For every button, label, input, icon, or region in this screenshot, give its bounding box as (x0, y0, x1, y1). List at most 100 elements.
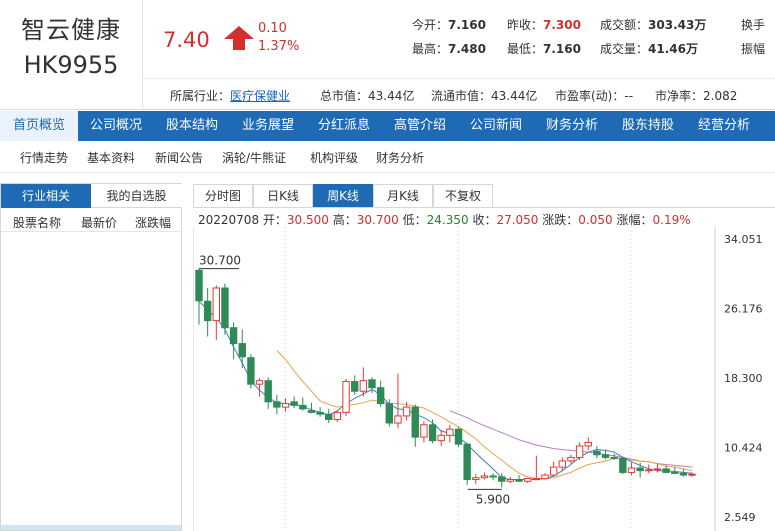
ohlc-date: 20220708 (198, 213, 260, 227)
y-tick-label: 26.176 (724, 302, 763, 315)
subnav-ratings[interactable]: 机构评级 (310, 149, 358, 166)
nav-dividends[interactable]: 分红派息 (306, 111, 382, 141)
candle-body (325, 413, 333, 420)
sub-nav: 行情走势 基本资料 新闻公告 涡轮/牛熊证 机构评级 财务分析 (0, 141, 775, 173)
candle-body (688, 473, 696, 476)
candle-body (385, 403, 394, 424)
candle-body (203, 300, 212, 322)
nav-company-profile[interactable]: 公司概况 (78, 111, 154, 141)
candle-body (506, 478, 515, 482)
candle-body (636, 467, 644, 472)
industry-link[interactable]: 医疗保健业 (230, 89, 290, 103)
ohlc-summary: 20220708 开：30.500 高：30.700 低：24.350 收：27… (198, 213, 691, 227)
candle-body (342, 381, 350, 413)
candle-body (221, 287, 229, 329)
quote-amplitude: 振幅 (741, 42, 766, 56)
candle-body (472, 477, 480, 480)
float-market-cap: 流通市值：43.44亿 (431, 89, 538, 103)
candle-body (307, 410, 316, 413)
candle-body (299, 404, 307, 410)
y-tick-label: 34.051 (724, 233, 763, 246)
tab-intraday[interactable]: 分时图 (193, 184, 253, 208)
ohlc-change: 0.050 (578, 213, 613, 227)
subnav-announcements[interactable]: 新闻公告 (155, 149, 203, 166)
tab-no-adjust[interactable]: 不复权 (433, 184, 493, 208)
tab-industry[interactable]: 行业相关 (1, 184, 91, 208)
nav-operations[interactable]: 经营分析 (686, 111, 762, 141)
candle-body (195, 269, 203, 302)
tab-monthly-k[interactable]: 月K线 (373, 184, 433, 208)
change-percent: 1.37% (258, 39, 300, 54)
candle-body (524, 478, 532, 482)
subnav-warrants[interactable]: 涡轮/牛熊证 (222, 149, 286, 166)
quote-prev-close: 昨收：7.300 (507, 18, 581, 32)
candle-body (541, 474, 549, 480)
candle-body (290, 401, 298, 406)
candle-body (645, 469, 653, 472)
candle-body (610, 456, 618, 459)
nav-executives[interactable]: 高管介绍 (382, 111, 458, 141)
candle-body (316, 411, 324, 415)
stock-code: HK9955 (23, 51, 119, 79)
candle-body (394, 415, 402, 424)
ohlc-open: 30.500 (286, 213, 329, 227)
nav-shareholders[interactable]: 股东持股 (610, 111, 686, 141)
candle-body (212, 287, 221, 322)
candle-body (368, 379, 376, 389)
candle-body (653, 468, 662, 471)
tab-weekly-k[interactable]: 周K线 (313, 184, 373, 208)
candle-body (376, 387, 385, 405)
quote-turnover: 成交额：303.43万 (600, 18, 707, 32)
col-stock-name: 股票名称 (13, 216, 62, 230)
nav-overview[interactable]: 首页概览 (0, 111, 78, 141)
candle-body (264, 380, 272, 403)
quote-header: 智云健康 HK9955 7.40 0.10 1.37% 今开：7.160 昨收：… (0, 0, 775, 110)
industry-info: 所属行业：医疗保健业 (170, 89, 291, 103)
candle-body (255, 380, 264, 385)
candle-body (454, 428, 463, 445)
candle-body (437, 434, 445, 442)
candle-body (247, 357, 255, 385)
main-nav: 首页概览 公司概况 股本结构 业务展望 分红派息 高管介绍 公司新闻 财务分析 … (0, 111, 775, 141)
tab-my-watchlist[interactable]: 我的自选股 (91, 184, 182, 208)
candle-body (549, 466, 558, 476)
candle-body (351, 381, 359, 392)
weekly-kline-chart[interactable]: 34.051 26.176 18.300 10.424 2.549 30.700 5.900 (193, 227, 775, 531)
candle-body (619, 457, 627, 473)
tab-daily-k[interactable]: 日K线 (253, 184, 313, 208)
nav-share-structure[interactable]: 股本结构 (154, 111, 230, 141)
subnav-financials[interactable]: 财务分析 (376, 149, 424, 166)
nav-business-outlook[interactable]: 业务展望 (230, 111, 306, 141)
ohlc-high: 30.700 (356, 213, 399, 227)
candle-body (411, 406, 419, 438)
company-info-row: 所属行业：医疗保健业 总市值：43.44亿 流通市值：43.44亿 市盈率(动)… (143, 78, 775, 110)
ohlc-close: 27.050 (496, 213, 539, 227)
y-tick-label: 18.300 (724, 372, 763, 385)
quote-high: 最高：7.480 (412, 42, 486, 56)
candle-body (532, 478, 541, 481)
candle-body (281, 403, 290, 408)
col-last-price: 最新价 (81, 216, 118, 230)
candle-body (480, 475, 489, 479)
subnav-basic-info[interactable]: 基本资料 (87, 149, 135, 166)
candle-body (463, 443, 471, 480)
up-arrow-icon (224, 26, 254, 50)
col-change-pct: 涨跌幅 (135, 216, 172, 230)
candle-body (428, 424, 437, 442)
subnav-market-trend[interactable]: 行情走势 (20, 149, 68, 166)
candle-body (567, 456, 575, 462)
candle-body (671, 471, 679, 474)
chart-tabs-divider (193, 207, 775, 208)
current-price: 7.40 (163, 28, 210, 52)
watchlist-header: 股票名称 最新价 涨跌幅 (1, 208, 181, 232)
quote-low: 最低：7.160 (507, 42, 581, 56)
candle-body (359, 380, 368, 392)
pe-ratio: 市盈率(动)：-- (555, 89, 634, 103)
candle-body (446, 428, 454, 436)
candle-body (584, 441, 592, 447)
nav-financial-analysis[interactable]: 财务分析 (534, 111, 610, 141)
nav-company-news[interactable]: 公司新闻 (458, 111, 534, 141)
stock-identity: 智云健康 HK9955 (0, 0, 143, 110)
candle-body (420, 424, 428, 438)
candle-body (333, 411, 342, 420)
